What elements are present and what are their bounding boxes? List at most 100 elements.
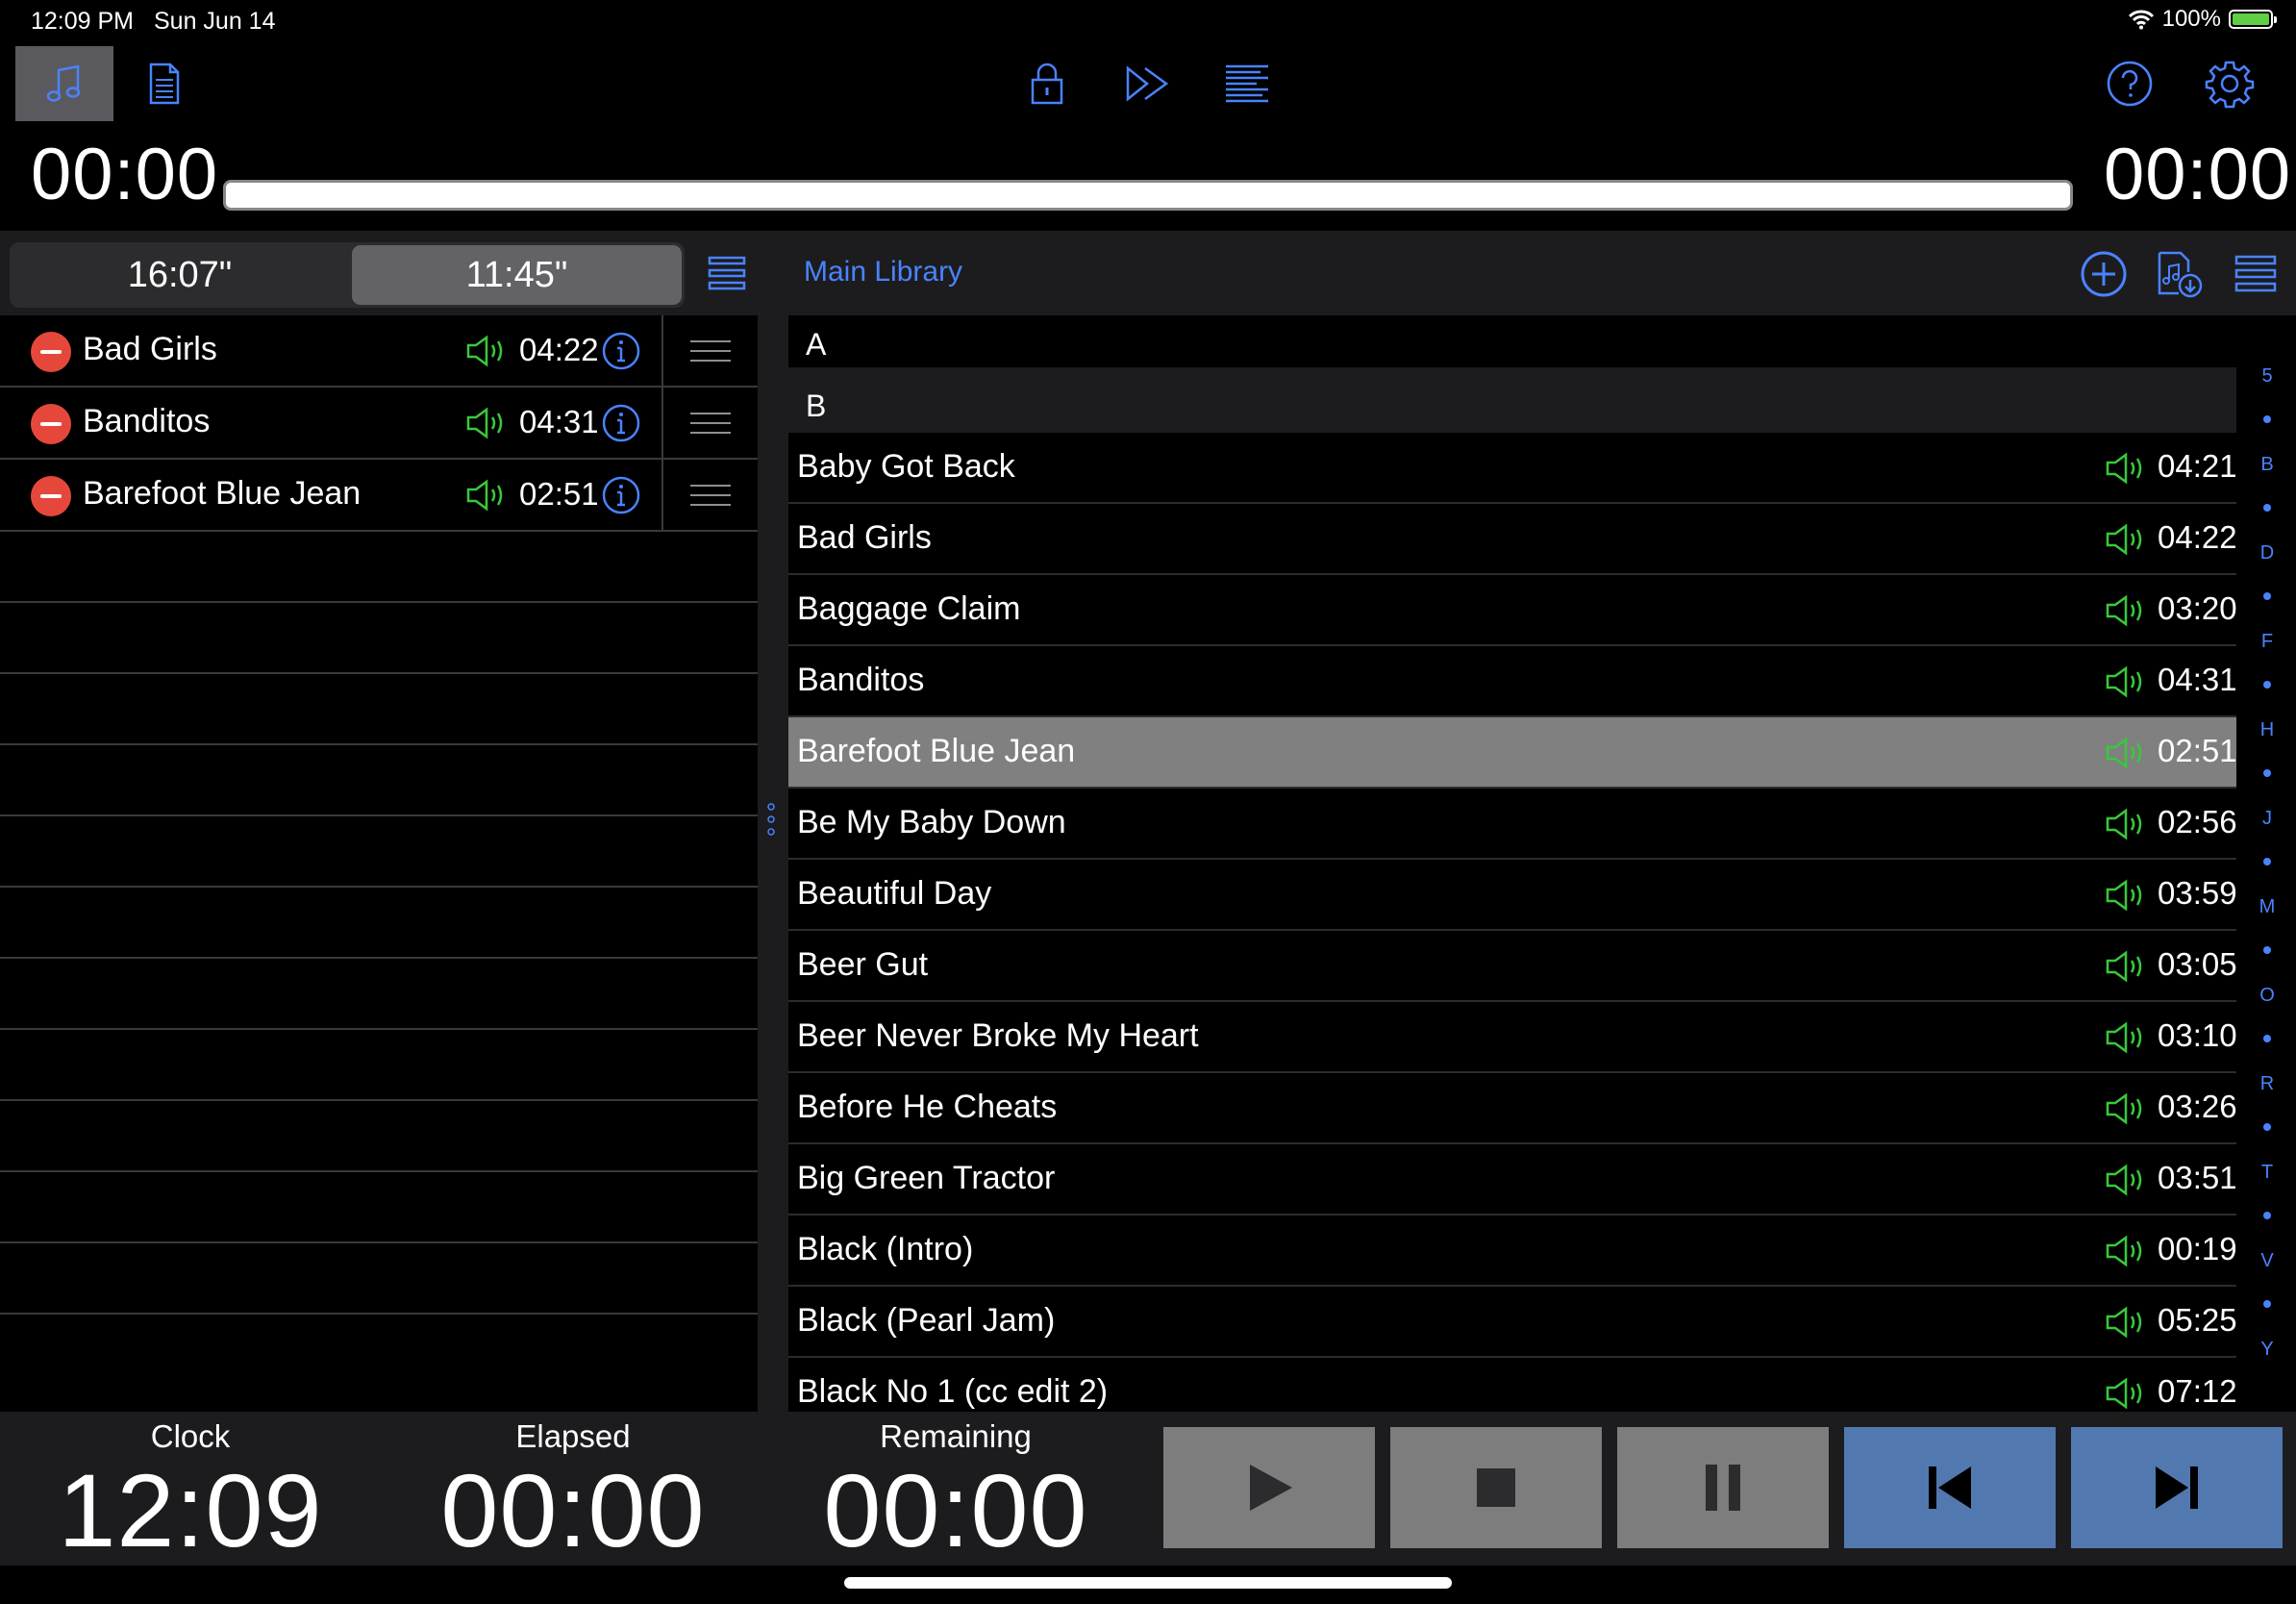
status-indicators: 100% [2128,6,2277,33]
index-letter[interactable]: B [2246,454,2288,476]
segment-total-time[interactable]: 16:07" [10,242,350,308]
library-song-duration: 07:12 [2158,1373,2236,1409]
library-row[interactable]: Beautiful Day 03:59 [788,860,2236,931]
play-button[interactable] [1163,1427,1375,1548]
index-letter[interactable]: R [2246,1073,2288,1095]
lyrics-button[interactable] [1198,46,1296,121]
library-row[interactable]: Baby Got Back 04:21 [788,433,2236,504]
library-row[interactable]: Banditos 04:31 [788,646,2236,717]
segment-remaining-time[interactable]: 11:45" [352,245,682,305]
index-letter[interactable]: V [2246,1250,2288,1272]
library-row[interactable]: Black No 1 (cc edit 2) 07:12 [788,1358,2236,1412]
library-song-title: Be My Baby Down [797,804,1066,840]
empty-row [0,816,758,888]
speaker-icon [2106,452,2142,485]
reorder-handle[interactable] [661,388,758,458]
library-song-title: Black No 1 (cc edit 2) [797,1373,1109,1410]
pause-button[interactable] [1617,1427,1829,1548]
speaker-icon [2106,1092,2142,1125]
library-song-title: Baby Got Back [797,448,1015,485]
lock-button[interactable] [998,46,1096,121]
progress-slider[interactable] [223,180,2073,211]
library-row[interactable]: Black (Pearl Jam) 05:25 [788,1287,2236,1358]
library-header [788,231,2296,315]
remove-icon[interactable] [31,404,71,444]
library-row[interactable]: Baggage Claim 03:20 [788,575,2236,646]
document-icon [149,63,180,105]
empty-row [0,745,758,816]
skip-forward-icon [2156,1466,2198,1509]
previous-track-button[interactable] [1844,1427,2056,1548]
skip-back-icon [1929,1466,1971,1509]
settings-button[interactable] [2181,46,2279,121]
stop-button[interactable] [1390,1427,1602,1548]
library-row[interactable]: Black (Intro) 00:19 [788,1216,2236,1287]
library-menu-icon[interactable] [2231,247,2284,301]
setlist-row[interactable]: Barefoot Blue Jean 02:51 [0,460,758,532]
setlist-row[interactable]: Bad Girls 04:22 [0,315,758,388]
import-music-icon[interactable] [2152,247,2206,301]
index-dot [2263,946,2271,954]
music-library-button[interactable] [15,46,113,121]
index-letter[interactable]: Y [2246,1339,2288,1361]
add-circle-icon[interactable] [2077,247,2131,301]
index-letter[interactable]: J [2246,808,2288,830]
index-letter[interactable]: M [2246,896,2288,918]
alphabet-index[interactable]: 5 B D F H J M O R T V Y [2246,365,2288,1366]
setlist-song-duration: 04:22 [519,332,599,367]
clock-value: 12:09 [58,1452,323,1568]
library-row[interactable]: Be My Baby Down 02:56 [788,789,2236,860]
library-song-title: Banditos [797,662,925,698]
reorder-handle[interactable] [661,460,758,530]
remove-icon[interactable] [31,476,71,516]
split-handle-icon[interactable] [765,802,777,837]
index-letter[interactable]: D [2246,542,2288,564]
info-icon[interactable] [602,476,640,514]
index-dot [2263,592,2271,600]
setlist-row[interactable]: Banditos 04:31 [0,388,758,460]
setlist-song-title: Banditos [83,403,211,439]
index-dot [2263,1035,2271,1042]
library-song-title: Black (Pearl Jam) [797,1302,1056,1339]
music-note-icon [46,64,81,102]
speaker-icon [2106,1377,2142,1410]
speaker-icon [2106,737,2142,769]
library-row[interactable]: Beer Gut 03:05 [788,931,2236,1002]
index-letter[interactable]: T [2246,1162,2288,1184]
status-time: 12:09 PM [31,8,135,35]
index-letter[interactable]: H [2246,719,2288,741]
section-label: B [806,388,827,423]
fast-forward-icon [1126,65,1169,102]
empty-row [0,959,758,1030]
help-icon [2107,61,2153,107]
library-row[interactable]: Big Green Tractor 03:51 [788,1144,2236,1216]
info-icon[interactable] [602,404,640,442]
index-dot [2263,858,2271,865]
library-row[interactable]: Beer Never Broke My Heart 03:10 [788,1002,2236,1073]
library-title[interactable]: Main Library [804,256,962,288]
library-song-title: Beer Gut [797,946,929,983]
library-song-title: Black (Intro) [797,1231,974,1267]
index-dot [2263,1300,2271,1308]
setlist-menu-button[interactable] [706,252,748,294]
documents-button[interactable] [115,46,213,121]
remove-icon[interactable] [31,332,71,372]
home-indicator[interactable] [844,1577,1452,1589]
library-song-duration: 03:05 [2158,946,2236,982]
stop-icon [1477,1468,1515,1507]
empty-row [0,532,758,603]
index-letter[interactable]: 5 [2246,365,2288,388]
index-letter[interactable]: O [2246,985,2288,1007]
library-row-selected[interactable]: Barefoot Blue Jean 02:51 [788,717,2236,789]
info-icon[interactable] [602,332,640,370]
library-row[interactable]: Before He Cheats 03:26 [788,1073,2236,1144]
auto-advance-button[interactable] [1098,46,1196,121]
library-row[interactable]: Bad Girls 04:22 [788,504,2236,575]
help-button[interactable] [2081,46,2179,121]
library-song-duration: 04:31 [2158,662,2236,697]
index-letter[interactable]: F [2246,631,2288,653]
next-track-button[interactable] [2071,1427,2283,1548]
speaker-icon [2106,1235,2142,1267]
status-date: Sun Jun 14 [154,8,276,35]
reorder-handle[interactable] [661,315,758,386]
